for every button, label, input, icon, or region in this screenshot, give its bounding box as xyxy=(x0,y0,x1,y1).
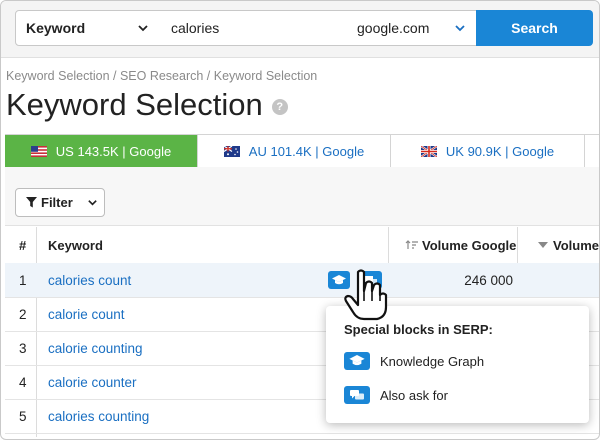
funnel-icon xyxy=(26,197,37,208)
search-query-value: calories xyxy=(171,20,220,36)
row-number: 2 xyxy=(19,306,27,322)
column-header-volume-google[interactable]: Volume Google xyxy=(405,227,516,263)
search-button[interactable]: Search xyxy=(476,10,593,46)
column-header-number: # xyxy=(19,237,27,253)
filter-button[interactable]: Filter xyxy=(15,188,105,217)
page-title: Keyword Selection xyxy=(6,87,263,122)
serp-item-knowledge-graph: Knowledge Graph xyxy=(344,352,484,370)
serp-item-label: Knowledge Graph xyxy=(380,353,485,369)
tab-au-google[interactable]: AU 101.4K | Google xyxy=(198,135,391,168)
row-number: 4 xyxy=(19,374,27,390)
row-number: 3 xyxy=(19,340,27,356)
volume-value: 246 000 xyxy=(464,272,513,288)
keyword-link[interactable]: calorie counter xyxy=(48,365,137,399)
keyword-link[interactable]: calorie count xyxy=(48,297,125,331)
keyword-link[interactable]: calories counting xyxy=(48,399,149,433)
search-bar: Keyword calories google.com Search xyxy=(1,1,599,58)
search-type-value: Keyword xyxy=(26,20,86,36)
row-number: 5 xyxy=(19,408,27,424)
au-flag-icon xyxy=(223,146,240,157)
filter-bar: Filter xyxy=(5,167,599,226)
column-header-keyword[interactable]: Keyword xyxy=(48,227,103,263)
graduation-cap-icon xyxy=(344,352,370,370)
app-window: Keyword calories google.com Search Keywo… xyxy=(0,0,600,440)
search-engine-select[interactable]: google.com xyxy=(349,10,477,46)
column-header-label: Volume Google xyxy=(422,237,517,253)
page-title-row: Keyword Selection ? xyxy=(6,87,288,123)
chevron-down-icon xyxy=(88,200,97,206)
help-icon[interactable]: ? xyxy=(271,99,288,115)
row-number: 1 xyxy=(19,272,27,288)
serp-item-label: Also ask for xyxy=(380,387,448,403)
chevron-down-icon xyxy=(138,25,148,32)
column-header-label: Volume xyxy=(553,237,599,253)
filter-label: Filter xyxy=(41,195,73,210)
database-tabs: US 143.5K | Google AU 101.4K | Google UK… xyxy=(5,134,599,169)
sort-desc-icon xyxy=(538,242,548,248)
uk-flag-icon xyxy=(420,146,437,157)
chat-bubbles-icon xyxy=(344,386,370,404)
us-flag-icon xyxy=(30,146,47,157)
tab-label: UK 90.9K | Google xyxy=(445,144,555,159)
search-type-select[interactable]: Keyword xyxy=(15,10,160,46)
keyword-link[interactable]: calories count xyxy=(48,263,131,297)
serp-blocks-popover: Special blocks in SERP: Knowledge Graph … xyxy=(326,306,589,423)
tab-us-google[interactable]: US 143.5K | Google xyxy=(5,135,198,168)
breadcrumb: Keyword Selection / SEO Research / Keywo… xyxy=(6,69,318,83)
tab-uk-google[interactable]: UK 90.9K | Google xyxy=(391,135,585,168)
column-header-volume[interactable]: Volume xyxy=(538,227,599,263)
table-header: # Keyword Volume Google Volume xyxy=(5,227,599,264)
keyword-link[interactable]: calorie counting xyxy=(48,331,143,365)
chevron-down-icon xyxy=(455,25,465,32)
tab-label: AU 101.4K | Google xyxy=(248,144,365,159)
table-row[interactable]: 1 calories count 246 000 xyxy=(5,263,599,298)
popover-title: Special blocks in SERP: xyxy=(344,322,493,337)
search-engine-value: google.com xyxy=(357,20,430,36)
serp-item-also-ask: Also ask for xyxy=(344,386,448,404)
hand-pointer-icon xyxy=(344,269,388,321)
sort-icon xyxy=(405,240,418,249)
tab-label: US 143.5K | Google xyxy=(55,144,172,159)
search-input[interactable]: calories xyxy=(159,10,350,46)
